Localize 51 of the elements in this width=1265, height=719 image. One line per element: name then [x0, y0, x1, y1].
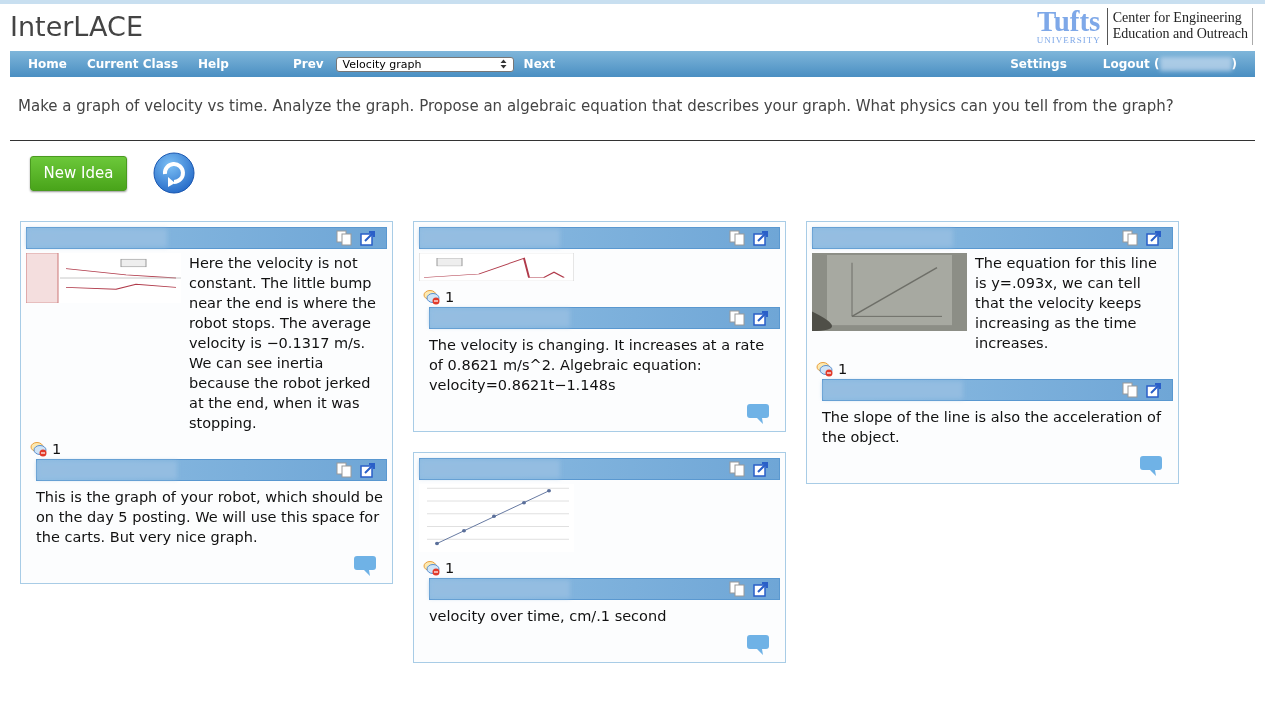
open-external-icon[interactable]: [1146, 230, 1162, 246]
open-external-icon[interactable]: [753, 461, 769, 477]
copy-icon[interactable]: [729, 581, 745, 597]
logo-text: Education and Outreach: [1112, 26, 1248, 42]
comment-icon[interactable]: [746, 403, 770, 425]
updown-caret-icon: [499, 59, 507, 69]
open-external-icon[interactable]: [360, 230, 376, 246]
reply-count: 1: [838, 361, 848, 377]
comments-icon[interactable]: [816, 361, 834, 377]
app-title: InterLACE: [10, 10, 143, 42]
logo-text: Center for Engineering: [1112, 10, 1243, 26]
comments-icon[interactable]: [30, 441, 48, 457]
activity-select[interactable]: Velocity graph: [335, 56, 514, 72]
reply-count: 1: [445, 289, 455, 305]
open-external-icon[interactable]: [360, 462, 376, 478]
reply-text: velocity over time, cm/.1 second: [429, 607, 668, 626]
open-external-icon[interactable]: [1146, 382, 1162, 398]
comment-icon[interactable]: [353, 555, 377, 577]
comment-icon[interactable]: [1139, 455, 1163, 477]
reply-text: This is the graph of your robot, which should be on the day 5 posting. We will use this space for the carts. But very nice graph.: [36, 488, 384, 547]
logout-link[interactable]: Logout ( ): [1092, 57, 1247, 71]
idea-text: The equation for this line is y=.093x, we can tell that the velocity keeps increasing as the time increases.: [975, 254, 1158, 353]
reply-count: 1: [445, 560, 455, 576]
copy-icon[interactable]: [729, 310, 745, 326]
logo-subtitle: UNIVERSITY: [1036, 34, 1101, 45]
idea-text: Here the velocity is not constant. The little bump near the end is where the robot stops. The average velocity is −0.1317 m/s. We can see inertia because the robot jerked at the end, when it was stopping.: [189, 254, 378, 433]
copy-icon[interactable]: [1122, 382, 1138, 398]
nav-link[interactable]: Home: [18, 57, 77, 71]
comment-icon[interactable]: [746, 634, 770, 656]
open-external-icon[interactable]: [753, 581, 769, 597]
copy-icon[interactable]: [729, 461, 745, 477]
prev-link[interactable]: Prev: [282, 57, 334, 71]
nav-link[interactable]: Current Class: [76, 57, 189, 71]
new-idea-button[interactable]: New Idea: [30, 155, 127, 191]
logo-wordmark: Tufts: [1037, 7, 1101, 35]
next-link[interactable]: Next: [513, 57, 566, 71]
comments-icon[interactable]: [423, 289, 441, 305]
copy-icon[interactable]: [1122, 230, 1138, 246]
reply-text: The velocity is changing. It increases at a rate of 0.8621 m/s^2. Algebraic equation: velocity=0.8621t−1.148s: [429, 336, 766, 395]
prompt-text: Make a graph of velocity vs time. Analyze the graph. Propose an algebraic equation that describes your graph. What physics can you tell from the graph?: [18, 97, 1175, 115]
reply-count: 1: [52, 441, 62, 457]
nav-link[interactable]: Help: [188, 57, 239, 71]
copy-icon[interactable]: [336, 230, 352, 246]
open-external-icon[interactable]: [753, 310, 769, 326]
open-external-icon[interactable]: [753, 230, 769, 246]
settings-link[interactable]: Settings: [1000, 57, 1077, 71]
copy-icon[interactable]: [729, 230, 745, 246]
copy-icon[interactable]: [336, 462, 352, 478]
comments-icon[interactable]: [423, 560, 441, 576]
refresh-icon[interactable]: [153, 152, 195, 194]
reply-text: The slope of the line is also the acceleration of the object.: [822, 408, 1163, 447]
